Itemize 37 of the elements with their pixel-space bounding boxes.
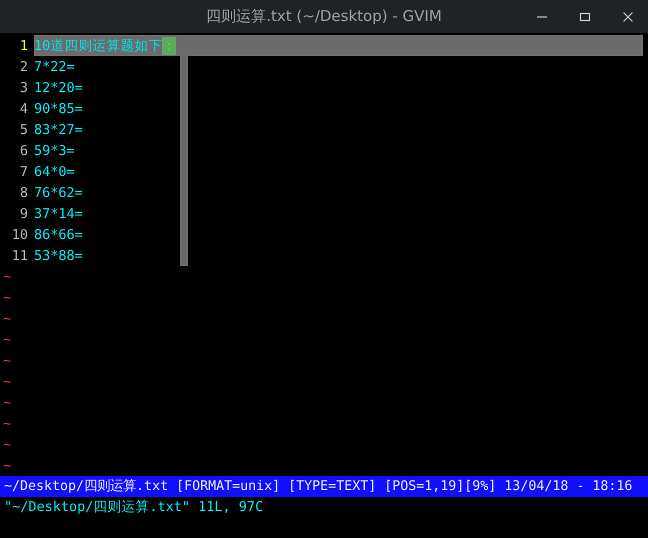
window-title: 四则运算.txt (~/Desktop) - GVIM — [206, 7, 442, 26]
line-number: 6 — [18, 142, 29, 158]
code-line: 10道四则运算题如下 — [34, 36, 162, 54]
line-number: 10 — [10, 226, 29, 242]
empty-line-marker: ~ — [2, 268, 12, 284]
code-line: 86*66= — [34, 226, 83, 242]
code-line: 37*14= — [34, 206, 83, 222]
empty-line-marker: ~ — [2, 352, 12, 368]
empty-line-marker: ~ — [2, 416, 12, 432]
code-line: 59*3= — [34, 142, 75, 158]
close-icon[interactable] — [622, 10, 634, 22]
code-line: 7*22= — [34, 58, 75, 74]
empty-line-marker: ~ — [2, 332, 12, 348]
empty-line-marker: ~ — [2, 458, 12, 474]
line-number: 3 — [18, 80, 29, 96]
code-line: 90*85= — [34, 100, 83, 116]
line-number: 2 — [18, 58, 29, 74]
code-line: 64*0= — [34, 164, 75, 180]
line-number: 11 — [10, 248, 29, 264]
empty-line-marker: ~ — [2, 374, 12, 390]
empty-line-marker: ~ — [2, 310, 12, 326]
message-line: "~/Desktop/四则运算.txt" 11L, 97C — [3, 498, 264, 517]
code-line: 83*27= — [34, 122, 83, 138]
empty-line-marker: ~ — [2, 290, 12, 306]
line-number: 9 — [18, 206, 29, 222]
code-line: 53*88= — [34, 248, 83, 264]
code-line: 76*62= — [34, 184, 83, 200]
line-number: 5 — [18, 122, 29, 138]
empty-line-marker: ~ — [2, 436, 12, 452]
empty-line-marker: ~ — [2, 394, 12, 410]
text-cursor: ： — [162, 36, 176, 54]
line-number: 4 — [18, 100, 29, 116]
code-line: 12*20= — [34, 80, 83, 96]
line-number: 7 — [18, 164, 29, 180]
line-number: 8 — [18, 184, 29, 200]
line-number: 1 — [18, 38, 29, 54]
maximize-icon[interactable] — [579, 10, 591, 22]
